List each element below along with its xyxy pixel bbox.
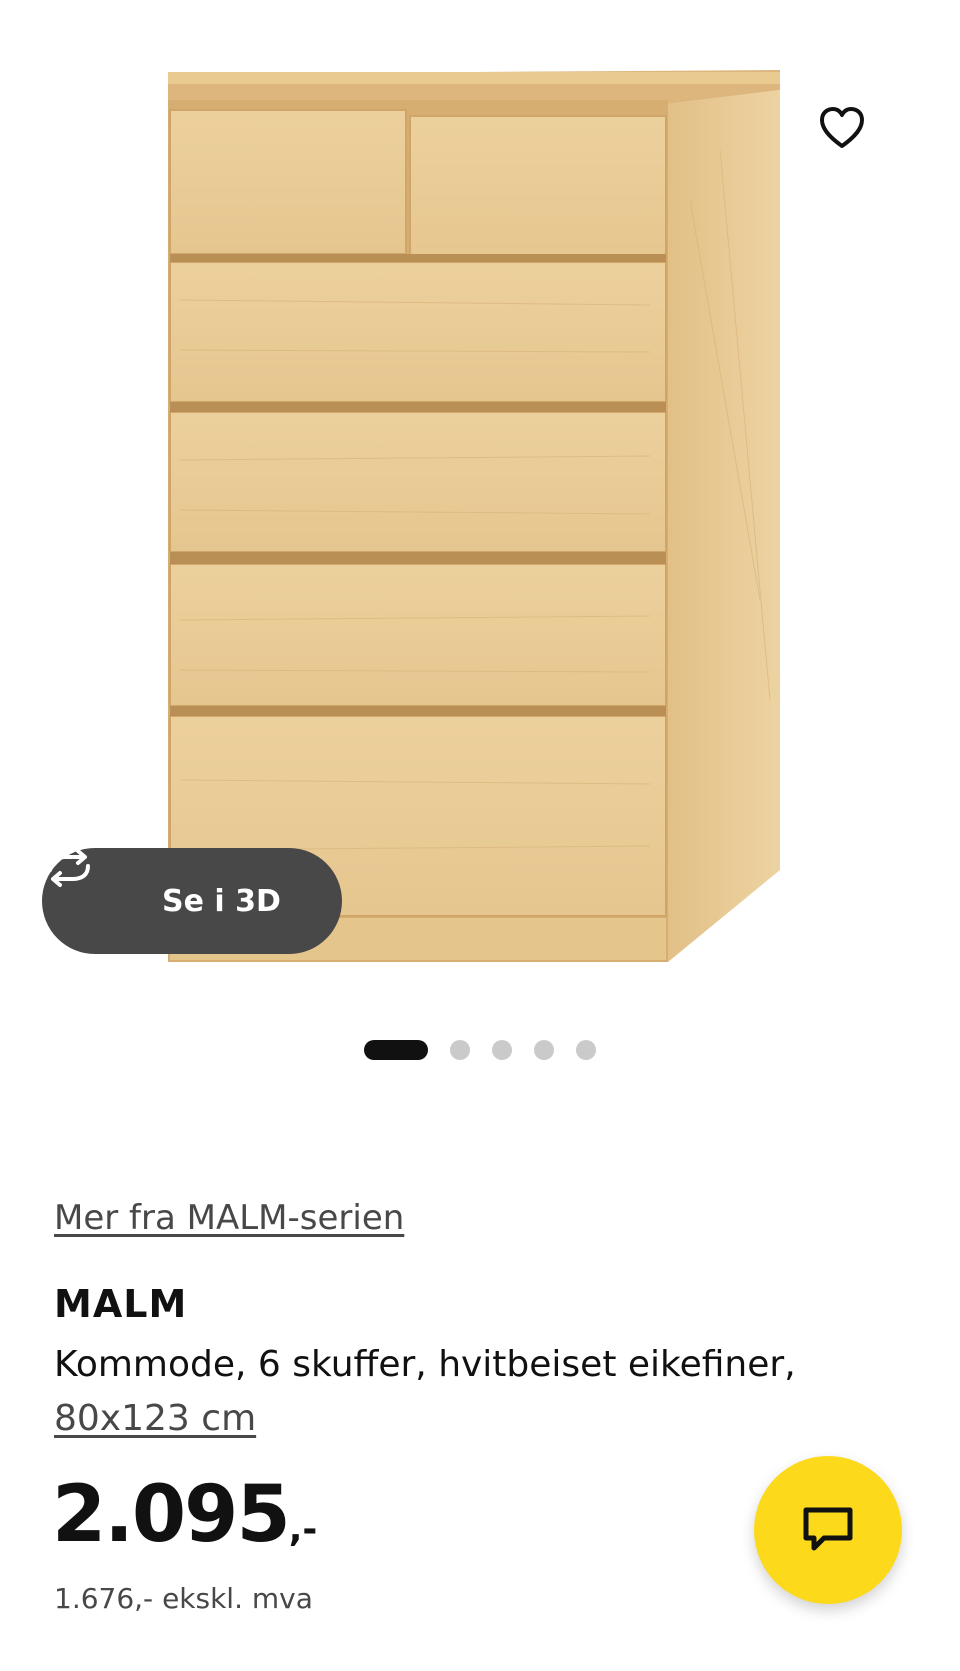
product-image[interactable]: Se i 3D xyxy=(0,0,960,1000)
series-link[interactable]: Mer fra MALM-serien xyxy=(54,1198,404,1238)
carousel-dot[interactable] xyxy=(534,1040,554,1060)
favorite-button[interactable] xyxy=(818,106,890,178)
view-in-3d-label: Se i 3D xyxy=(162,883,281,919)
chat-bubble-icon xyxy=(803,1507,853,1551)
carousel-dot[interactable] xyxy=(364,1040,428,1060)
chat-button[interactable] xyxy=(754,1456,902,1604)
price-suffix: ,- xyxy=(288,1509,318,1550)
heart-icon xyxy=(820,107,864,148)
rotate-3d-icon xyxy=(48,849,142,921)
carousel-dot[interactable] xyxy=(492,1040,512,1060)
price-excluding-vat: 1.676,- ekskl. mva xyxy=(54,1582,313,1615)
product-description: Kommode, 6 skuffer, hvitbeiset eikefiner… xyxy=(54,1344,796,1385)
carousel-dot[interactable] xyxy=(450,1040,470,1060)
carousel-dot[interactable] xyxy=(576,1040,596,1060)
price-amount: 2.095 xyxy=(52,1470,291,1560)
product-name: MALM xyxy=(54,1282,188,1326)
price: 2.095 ,- xyxy=(52,1476,317,1554)
view-in-3d-button[interactable]: Se i 3D xyxy=(42,848,342,954)
image-carousel-dots xyxy=(0,1040,960,1060)
product-measurement-link[interactable]: 80x123 cm xyxy=(54,1392,256,1446)
product-description-block: Kommode, 6 skuffer, hvitbeiset eikefiner… xyxy=(54,1338,914,1446)
